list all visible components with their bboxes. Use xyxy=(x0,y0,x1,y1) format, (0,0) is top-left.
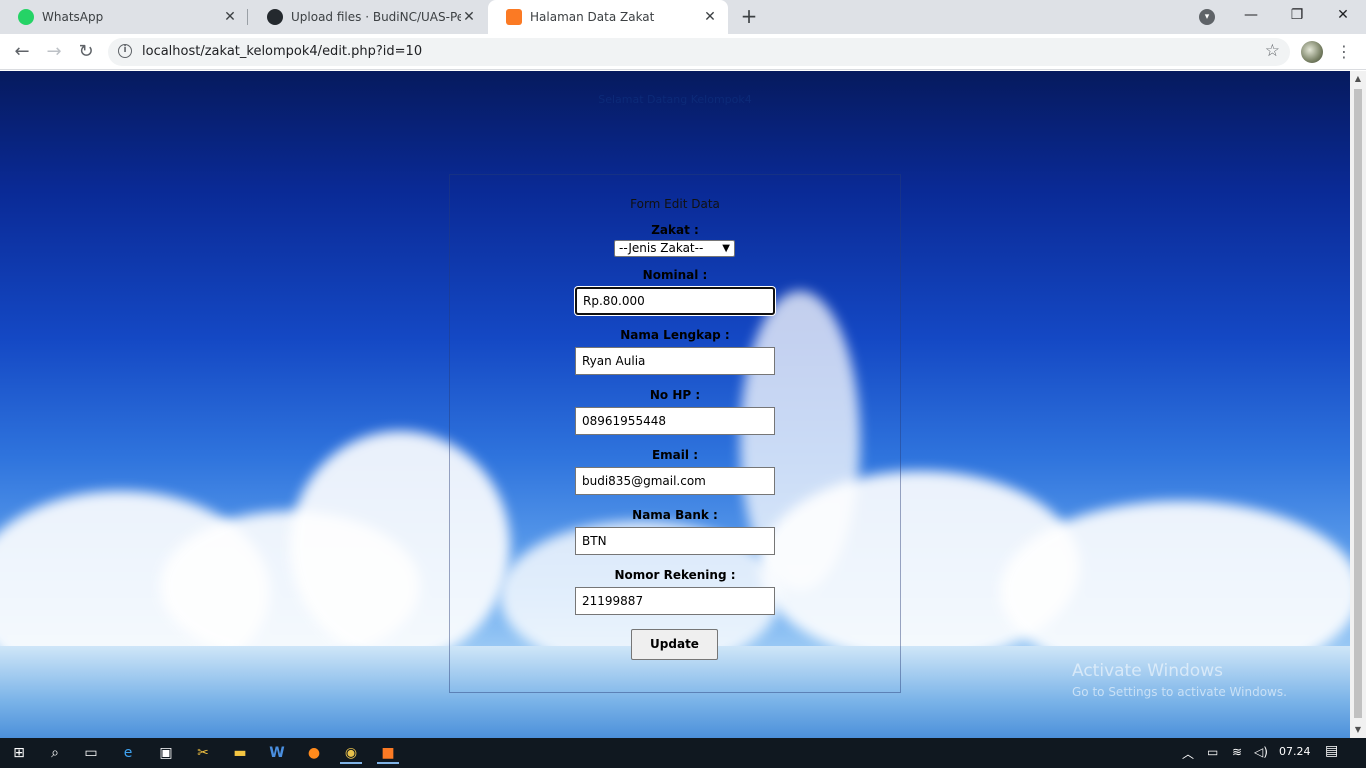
no-hp-label: No HP : xyxy=(649,388,701,402)
nomor-rekening-input[interactable]: 21199887 xyxy=(575,587,775,615)
firefox-icon[interactable]: ● xyxy=(303,742,325,764)
close-icon[interactable]: ✕ xyxy=(461,9,477,25)
search-icon[interactable]: ⌕ xyxy=(44,742,66,764)
edit-form: Form Edit Data Zakat : --Jenis Zakat-- ▼… xyxy=(449,174,901,693)
close-icon[interactable]: ✕ xyxy=(702,9,718,25)
windows-taskbar: ⊞ ⌕ ▭ e ▣ ✂ ▬ W ● ◉ ■ ︿ ▭ ≋ ◁) 07.24 ▤ xyxy=(0,738,1366,768)
tab-search-icon[interactable]: ▾ xyxy=(1199,9,1215,25)
browser-toolbar: ← → ↻ i localhost/zakat_kelompok4/edit.p… xyxy=(0,34,1366,70)
watermark-subtitle: Go to Settings to activate Windows. xyxy=(1072,685,1287,699)
tab-title: WhatsApp xyxy=(42,10,104,24)
notification-icon[interactable]: ▤ xyxy=(1325,743,1338,759)
zakat-label: Zakat : xyxy=(651,223,699,237)
xampp-icon xyxy=(506,9,522,25)
scrollbar-thumb[interactable] xyxy=(1354,89,1362,718)
email-input[interactable]: budi835@gmail.com xyxy=(575,467,775,495)
nama-lengkap-input[interactable]: Ryan Aulia xyxy=(575,347,775,375)
nama-bank-label: Nama Bank : xyxy=(632,508,718,522)
volume-icon[interactable]: ◁) xyxy=(1254,745,1268,759)
no-hp-input[interactable]: 08961955448 xyxy=(575,407,775,435)
close-icon[interactable]: ✕ xyxy=(222,9,238,25)
nomor-rekening-label: Nomor Rekening : xyxy=(614,568,736,582)
nama-lengkap-label: Nama Lengkap : xyxy=(620,328,730,342)
watermark-title: Activate Windows xyxy=(1072,661,1223,681)
welcome-text: Selamat Datang Kelompok4 xyxy=(598,93,752,106)
window-close-icon[interactable]: ✕ xyxy=(1320,0,1366,34)
nominal-input[interactable]: Rp.80.000 xyxy=(575,287,775,315)
jenis-zakat-select[interactable]: --Jenis Zakat-- ▼ xyxy=(614,240,735,257)
email-label: Email : xyxy=(651,448,698,462)
chevron-up-icon[interactable]: ︿ xyxy=(1182,745,1194,762)
restore-icon[interactable]: ❐ xyxy=(1274,0,1320,34)
word-icon[interactable]: W xyxy=(266,742,288,764)
reload-icon[interactable]: ↻ xyxy=(74,40,98,64)
windows-activation-watermark: Activate Windows Go to Settings to activ… xyxy=(1072,661,1287,699)
store-icon[interactable]: ▣ xyxy=(155,742,177,764)
url-text[interactable]: localhost/zakat_kelompok4/edit.php?id=10 xyxy=(142,44,422,59)
edge-icon[interactable]: e xyxy=(117,742,139,764)
chevron-down-icon: ▼ xyxy=(722,243,730,254)
page-viewport: Selamat Datang Kelompok4 Form Edit Data … xyxy=(0,71,1350,738)
new-tab-button[interactable]: + xyxy=(737,5,761,29)
forward-icon[interactable]: → xyxy=(42,40,66,64)
site-info-icon[interactable]: i xyxy=(118,44,132,58)
minimize-icon[interactable]: — xyxy=(1228,0,1274,34)
bookmark-star-icon[interactable]: ☆ xyxy=(1265,41,1280,61)
jenis-zakat-selected: --Jenis Zakat-- xyxy=(619,241,704,255)
whatsapp-icon xyxy=(18,9,34,25)
tab-halaman-data-zakat[interactable]: Halaman Data Zakat ✕ xyxy=(488,0,728,34)
scroll-down-icon[interactable]: ▼ xyxy=(1350,722,1366,738)
file-explorer-icon[interactable]: ▬ xyxy=(229,742,251,764)
chrome-icon[interactable]: ◉ xyxy=(340,742,362,764)
scroll-up-icon[interactable]: ▲ xyxy=(1350,71,1366,87)
tab-github[interactable]: Upload files · BudiNC/UAS-Pemro ✕ xyxy=(249,0,487,34)
browser-tab-strip: WhatsApp ✕ Upload files · BudiNC/UAS-Pem… xyxy=(0,0,1366,34)
update-button[interactable]: Update xyxy=(631,629,718,660)
task-view-icon[interactable]: ▭ xyxy=(80,742,102,764)
xampp-icon[interactable]: ■ xyxy=(377,742,399,764)
battery-icon[interactable]: ▭ xyxy=(1207,745,1218,759)
profile-avatar[interactable] xyxy=(1301,41,1323,63)
page-scrollbar[interactable]: ▲ ▼ xyxy=(1350,71,1366,738)
wifi-icon[interactable]: ≋ xyxy=(1232,745,1242,759)
nominal-label: Nominal : xyxy=(642,268,708,282)
clock[interactable]: 07.24 xyxy=(1279,745,1311,758)
form-title: Form Edit Data xyxy=(630,197,720,211)
back-icon[interactable]: ← xyxy=(10,40,34,64)
tab-title: Halaman Data Zakat xyxy=(530,10,655,24)
github-icon xyxy=(267,9,283,25)
tab-whatsapp[interactable]: WhatsApp ✕ xyxy=(0,0,248,34)
menu-icon[interactable]: ⋮ xyxy=(1336,40,1352,64)
tab-title: Upload files · BudiNC/UAS-Pemro xyxy=(291,10,461,24)
address-bar[interactable]: i localhost/zakat_kelompok4/edit.php?id=… xyxy=(108,38,1290,66)
snipping-tool-icon[interactable]: ✂ xyxy=(192,742,214,764)
windows-start-icon[interactable]: ⊞ xyxy=(8,742,30,764)
nama-bank-input[interactable]: BTN xyxy=(575,527,775,555)
